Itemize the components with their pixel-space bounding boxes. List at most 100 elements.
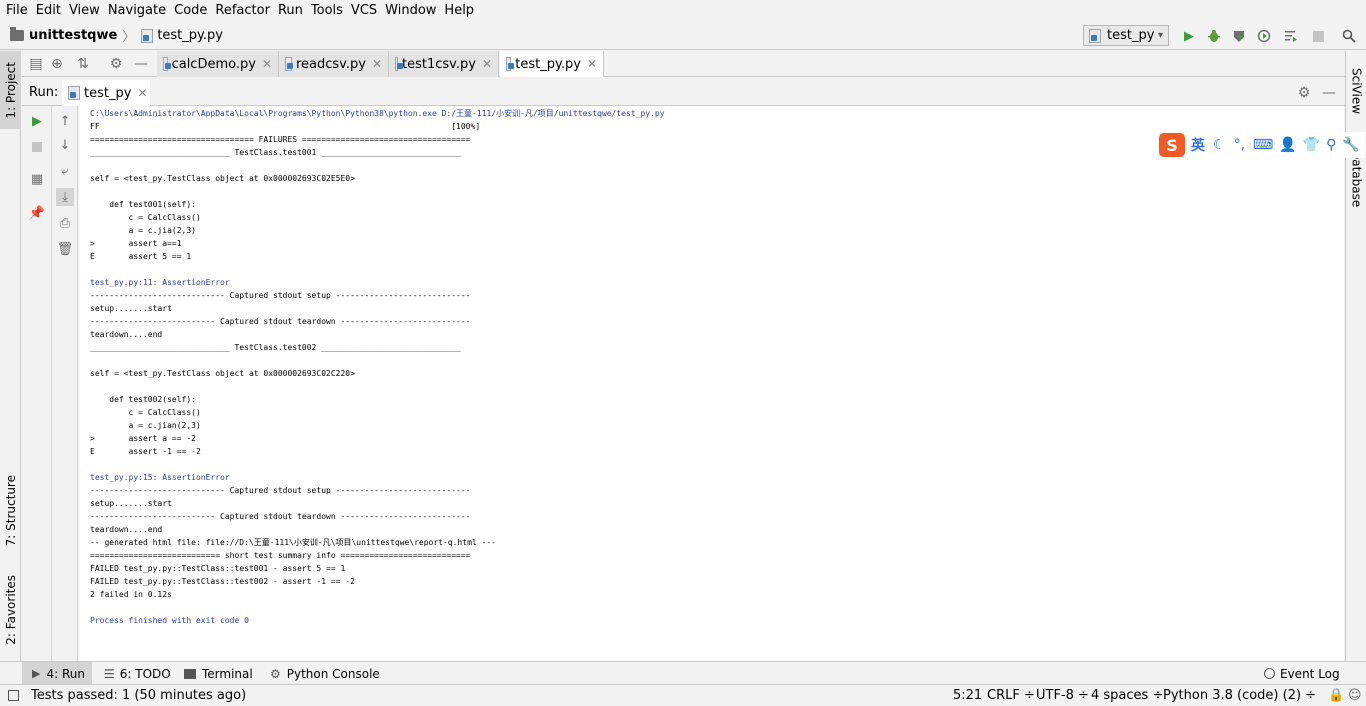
console-output[interactable]: C:\Users\Administrator\AppData\Local\Pro… xyxy=(79,106,1344,661)
python-file-icon xyxy=(395,57,404,71)
menu-code[interactable]: Code xyxy=(170,0,211,22)
scroll-to-end-icon[interactable]: ⤓ xyxy=(56,188,74,206)
close-icon[interactable]: ✕ xyxy=(372,57,382,71)
keyboard-icon[interactable]: ⌨ xyxy=(1253,137,1273,153)
editor-tab-test1csv[interactable]: test1csv.py ✕ xyxy=(389,51,499,77)
soft-wrap-icon[interactable]: ⤶ xyxy=(56,162,74,180)
play-icon: ▶ xyxy=(32,667,41,680)
menu-navigate[interactable]: Navigate xyxy=(104,0,170,22)
search-icon[interactable]: ⚲ xyxy=(1326,137,1336,153)
pin-icon[interactable]: 📌 xyxy=(28,204,46,222)
console-line: -------------------------- Captured stdo… xyxy=(90,512,471,521)
rerun-icon[interactable]: ▶ xyxy=(28,112,46,130)
bottom-tab-event-log[interactable]: Event Log xyxy=(1262,662,1342,685)
editor-tab-label: test1csv.py xyxy=(402,56,476,72)
arrow-up-icon[interactable]: ↑ xyxy=(56,112,74,130)
lock-icon[interactable]: 🔒 xyxy=(1328,685,1344,706)
ime-lang-toggle[interactable]: 英 xyxy=(1191,135,1205,155)
status-bar: Tests passed: 1 (50 minutes ago) 5:21 CR… xyxy=(0,684,1366,705)
bottom-tab-terminal[interactable]: Terminal xyxy=(180,662,260,685)
editor-tab-label: test_py.py xyxy=(515,56,581,72)
menu-vcs[interactable]: VCS xyxy=(347,0,381,22)
trash-icon[interactable]: 🗑 xyxy=(56,240,74,258)
run-config-dropdown[interactable]: test_py ▾ xyxy=(1083,25,1169,46)
console-line: E assert 5 == 1 xyxy=(90,252,192,261)
gear-icon[interactable]: ⚙ xyxy=(107,55,125,73)
minimize-icon[interactable]: — xyxy=(1320,84,1338,102)
menu-tools[interactable]: Tools xyxy=(307,0,347,22)
close-icon[interactable]: ✕ xyxy=(482,57,492,71)
stop-button[interactable] xyxy=(1309,27,1327,45)
python-file-icon xyxy=(285,57,293,71)
console-line: > assert a == -2 xyxy=(90,434,196,443)
run-tab-test-py[interactable]: test_py ✕ xyxy=(62,80,150,106)
gear-icon[interactable]: ⚙ xyxy=(1295,84,1313,102)
chevron-right-icon: 〉 xyxy=(122,30,136,45)
tool-tab-structure[interactable]: 7: Structure xyxy=(0,471,21,551)
menu-refactor[interactable]: Refactor xyxy=(211,0,274,22)
layout-icon[interactable]: ▤ xyxy=(27,55,45,73)
console-line: self = <test_py.TestClass object at 0x00… xyxy=(90,174,355,183)
editor-tab-readcsv[interactable]: readcsv.py ✕ xyxy=(279,51,389,77)
search-everywhere-button[interactable] xyxy=(1340,27,1358,45)
collapse-icon[interactable]: ⇅ xyxy=(74,55,92,73)
concurrency-button[interactable] xyxy=(1282,27,1300,45)
stop-icon[interactable] xyxy=(28,138,46,156)
close-icon[interactable]: ✕ xyxy=(262,57,272,71)
tool-tab-sciview[interactable]: SciView xyxy=(1346,59,1366,123)
locate-icon[interactable]: ⊕ xyxy=(48,55,66,73)
console-line: c = CalcClass() xyxy=(90,408,201,417)
console-line: _____________________________ TestClass.… xyxy=(90,343,461,352)
menu-view[interactable]: View xyxy=(65,0,104,22)
bottom-tab-todo[interactable]: ☰ 6: TODO xyxy=(100,662,172,685)
debug-button[interactable] xyxy=(1205,27,1223,45)
status-toggle-icon[interactable] xyxy=(8,685,19,706)
python-file-icon xyxy=(1089,28,1101,43)
menu-help[interactable]: Help xyxy=(440,0,478,22)
menu-run[interactable]: Run xyxy=(274,0,307,22)
run-config-name: test_py xyxy=(1107,28,1155,43)
menu-window[interactable]: Window xyxy=(381,0,440,22)
bottom-tab-run[interactable]: ▶ 4: Run xyxy=(22,662,92,685)
tool-tab-database-label: Database xyxy=(1349,150,1364,208)
status-message[interactable]: Tests passed: 1 (50 minutes ago) xyxy=(31,685,246,706)
console-line: _____________________________ TestClass.… xyxy=(90,148,461,157)
terminal-icon xyxy=(184,668,196,679)
moon-icon[interactable]: ☾ xyxy=(1213,137,1226,153)
menu-edit[interactable]: Edit xyxy=(32,0,65,22)
editor-tab-label: readcsv.py xyxy=(295,56,366,72)
punctuation-icon[interactable]: °, xyxy=(1234,137,1245,153)
close-icon[interactable]: ✕ xyxy=(587,57,597,71)
breadcrumb-project[interactable]: unittestqwe xyxy=(29,28,117,43)
python-interpreter[interactable]: Python 3.8 (code) (2) ÷ xyxy=(1163,685,1316,706)
profile-button[interactable] xyxy=(1255,27,1273,45)
menu-file[interactable]: File xyxy=(2,0,32,22)
arrow-down-icon[interactable]: ↓ xyxy=(56,136,74,154)
print-icon[interactable]: ⎙ xyxy=(56,214,74,232)
tool-tab-favorites[interactable]: 2: Favorites xyxy=(0,569,21,651)
navigation-bar: unittestqwe 〉 test_py.py test_py ▾ ▶ xyxy=(0,22,1366,50)
wrench-icon[interactable]: 🔧 xyxy=(1342,137,1359,153)
user-icon[interactable]: 👤 xyxy=(1279,137,1296,153)
inspector-icon[interactable]: ☺ xyxy=(1348,685,1362,706)
coverage-button[interactable] xyxy=(1230,27,1248,45)
editor-tab-calcdemo[interactable]: calcDemo.py ✕ xyxy=(157,51,279,77)
bottom-tab-label: Terminal xyxy=(202,666,253,681)
file-encoding[interactable]: UTF-8 ÷ xyxy=(1036,685,1089,706)
sogou-logo-icon[interactable]: S xyxy=(1159,133,1185,157)
console-line: self = <test_py.TestClass object at 0x00… xyxy=(90,369,355,378)
cursor-position[interactable]: 5:21 xyxy=(953,685,982,706)
indent-setting[interactable]: 4 spaces ÷ xyxy=(1091,685,1163,706)
skin-icon[interactable]: 👕 xyxy=(1303,137,1320,153)
editor-tab-test-py[interactable]: test_py.py ✕ xyxy=(500,51,604,77)
line-separator[interactable]: CRLF ÷ xyxy=(987,685,1035,706)
minimize-icon[interactable]: — xyxy=(132,55,150,73)
bottom-tab-python-console[interactable]: ⚙ Python Console xyxy=(266,662,386,685)
layout-icon[interactable]: ▦ xyxy=(28,170,46,188)
left-tool-strip: 1: Project 7: Structure 2: Favorites xyxy=(0,51,21,661)
search-icon xyxy=(1342,29,1356,43)
run-button[interactable]: ▶ xyxy=(1180,27,1198,45)
close-icon[interactable]: ✕ xyxy=(137,86,147,100)
breadcrumb-file[interactable]: test_py.py xyxy=(157,28,223,43)
tool-tab-project[interactable]: 1: Project xyxy=(0,51,21,129)
